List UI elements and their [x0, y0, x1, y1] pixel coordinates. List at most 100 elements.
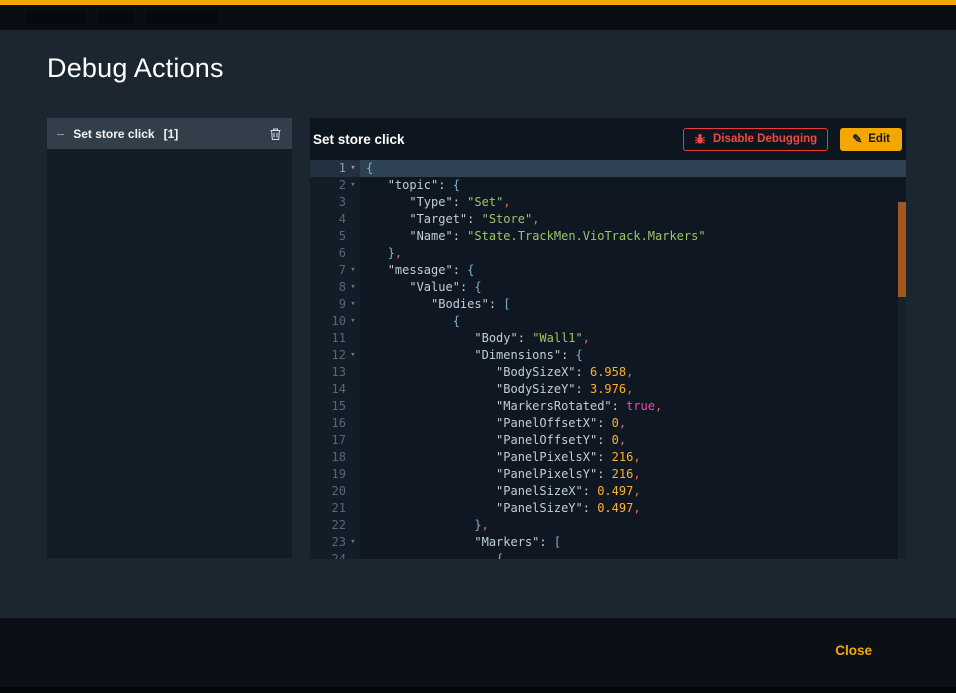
- line-number: 6: [310, 245, 346, 262]
- code-token: [366, 263, 388, 277]
- line-number: 9: [310, 296, 346, 313]
- app-bar-decoration: [26, 11, 86, 24]
- code-token: "PanelSizeY": [496, 501, 583, 515]
- code-line[interactable]: 21 "PanelSizeY": 0.497,: [310, 500, 906, 517]
- fold-toggle-icon[interactable]: ▾: [346, 296, 360, 313]
- code-token: :: [489, 297, 503, 311]
- code-line[interactable]: 7▾ "message": {: [310, 262, 906, 279]
- code-token: ,: [633, 484, 640, 498]
- app-bar: [0, 5, 956, 30]
- code-line[interactable]: 20 "PanelSizeX": 0.497,: [310, 483, 906, 500]
- code-token: :: [597, 467, 611, 481]
- line-number: 17: [310, 432, 346, 449]
- close-button[interactable]: Close: [835, 643, 872, 658]
- code-line[interactable]: 5 "Name": "State.TrackMen.VioTrack.Marke…: [310, 228, 906, 245]
- fold-toggle-icon[interactable]: ▾: [346, 313, 360, 330]
- line-number: 16: [310, 415, 346, 432]
- code-line[interactable]: 4 "Target": "Store",: [310, 211, 906, 228]
- code-token: "Dimensions": [474, 348, 561, 362]
- code-line[interactable]: 19 "PanelPixelsY": 216,: [310, 466, 906, 483]
- code-text: "PanelSizeY": 0.497,: [360, 500, 906, 517]
- code-token: [366, 195, 409, 209]
- code-token: [: [554, 535, 561, 549]
- code-text: "Bodies": [: [360, 296, 906, 313]
- code-line[interactable]: 16 "PanelOffsetX": 0,: [310, 415, 906, 432]
- line-number: 5: [310, 228, 346, 245]
- code-token: {: [474, 280, 481, 294]
- edit-button[interactable]: ✎ Edit: [840, 128, 902, 151]
- code-token: ,: [619, 433, 626, 447]
- delete-action-button[interactable]: [269, 127, 282, 141]
- line-number: 24: [310, 551, 346, 559]
- code-line[interactable]: 3 "Type": "Set",: [310, 194, 906, 211]
- fold-spacer: [346, 483, 360, 500]
- fold-spacer: [346, 500, 360, 517]
- code-text: "Name": "State.TrackMen.VioTrack.Markers…: [360, 228, 906, 245]
- code-line[interactable]: 15 "MarkersRotated": true,: [310, 398, 906, 415]
- line-number: 23: [310, 534, 346, 551]
- code-token: [366, 535, 474, 549]
- detail-header-buttons: Disable Debugging ✎ Edit: [683, 128, 902, 151]
- code-token: {: [467, 263, 474, 277]
- code-line[interactable]: 11 "Body": "Wall1",: [310, 330, 906, 347]
- disable-debugging-button[interactable]: Disable Debugging: [683, 128, 828, 151]
- code-line[interactable]: 23▾ "Markers": [: [310, 534, 906, 551]
- code-token: "topic": [388, 178, 439, 192]
- fold-toggle-icon[interactable]: ▾: [346, 347, 360, 364]
- fold-toggle-icon[interactable]: ▾: [346, 160, 360, 177]
- debug-actions-dialog: Debug Actions – Set store click [1] Se: [0, 0, 956, 693]
- code-line[interactable]: 9▾ "Bodies": [: [310, 296, 906, 313]
- code-token: 0: [612, 416, 619, 430]
- code-token: ,: [583, 331, 590, 345]
- code-line[interactable]: 14 "BodySizeY": 3.976,: [310, 381, 906, 398]
- action-list-item[interactable]: – Set store click [1]: [47, 118, 292, 149]
- code-token: ,: [532, 212, 539, 226]
- line-number: 18: [310, 449, 346, 466]
- fold-spacer: [346, 466, 360, 483]
- code-text: "PanelOffsetX": 0,: [360, 415, 906, 432]
- code-token: [366, 212, 409, 226]
- code-token: ,: [395, 246, 402, 260]
- fold-toggle-icon[interactable]: ▾: [346, 279, 360, 296]
- line-number: 4: [310, 211, 346, 228]
- code-line[interactable]: 18 "PanelPixelsX": 216,: [310, 449, 906, 466]
- code-token: :: [597, 450, 611, 464]
- code-line[interactable]: 22 },: [310, 517, 906, 534]
- code-line[interactable]: 10▾ {: [310, 313, 906, 330]
- code-token: [366, 280, 409, 294]
- code-text: "MarkersRotated": true,: [360, 398, 906, 415]
- code-token: :: [453, 195, 467, 209]
- code-token: "Body": [474, 331, 517, 345]
- line-number: 15: [310, 398, 346, 415]
- code-line[interactable]: 2▾ "topic": {: [310, 177, 906, 194]
- code-line[interactable]: 8▾ "Value": {: [310, 279, 906, 296]
- line-number: 7: [310, 262, 346, 279]
- fold-spacer: [346, 398, 360, 415]
- code-token: :: [561, 348, 575, 362]
- fold-toggle-icon[interactable]: ▾: [346, 177, 360, 194]
- code-line[interactable]: 6 },: [310, 245, 906, 262]
- code-token: 0.497: [597, 501, 633, 515]
- fold-toggle-icon[interactable]: ▾: [346, 534, 360, 551]
- line-number: 12: [310, 347, 346, 364]
- code-line[interactable]: 17 "PanelOffsetY": 0,: [310, 432, 906, 449]
- code-token: ,: [633, 467, 640, 481]
- collapse-icon[interactable]: –: [57, 127, 64, 140]
- code-line[interactable]: 12▾ "Dimensions": {: [310, 347, 906, 364]
- code-token: ,: [626, 365, 633, 379]
- scrollbar-thumb[interactable]: [898, 202, 906, 297]
- code-line[interactable]: 13 "BodySizeX": 6.958,: [310, 364, 906, 381]
- code-text: "Target": "Store",: [360, 211, 906, 228]
- app-bar-decoration: [146, 11, 218, 24]
- code-line[interactable]: 24 {: [310, 551, 906, 559]
- line-number: 11: [310, 330, 346, 347]
- action-item-label: Set store click: [73, 127, 154, 141]
- fold-toggle-icon[interactable]: ▾: [346, 262, 360, 279]
- scrollbar-track[interactable]: [898, 202, 906, 559]
- code-token: {: [366, 161, 373, 175]
- code-token: [366, 518, 474, 532]
- code-token: 216: [612, 450, 634, 464]
- code-token: 3.976: [590, 382, 626, 396]
- code-line[interactable]: 1▾{: [310, 160, 906, 177]
- json-editor[interactable]: 1▾{2▾ "topic": {3 "Type": "Set",4 "Targe…: [310, 160, 906, 559]
